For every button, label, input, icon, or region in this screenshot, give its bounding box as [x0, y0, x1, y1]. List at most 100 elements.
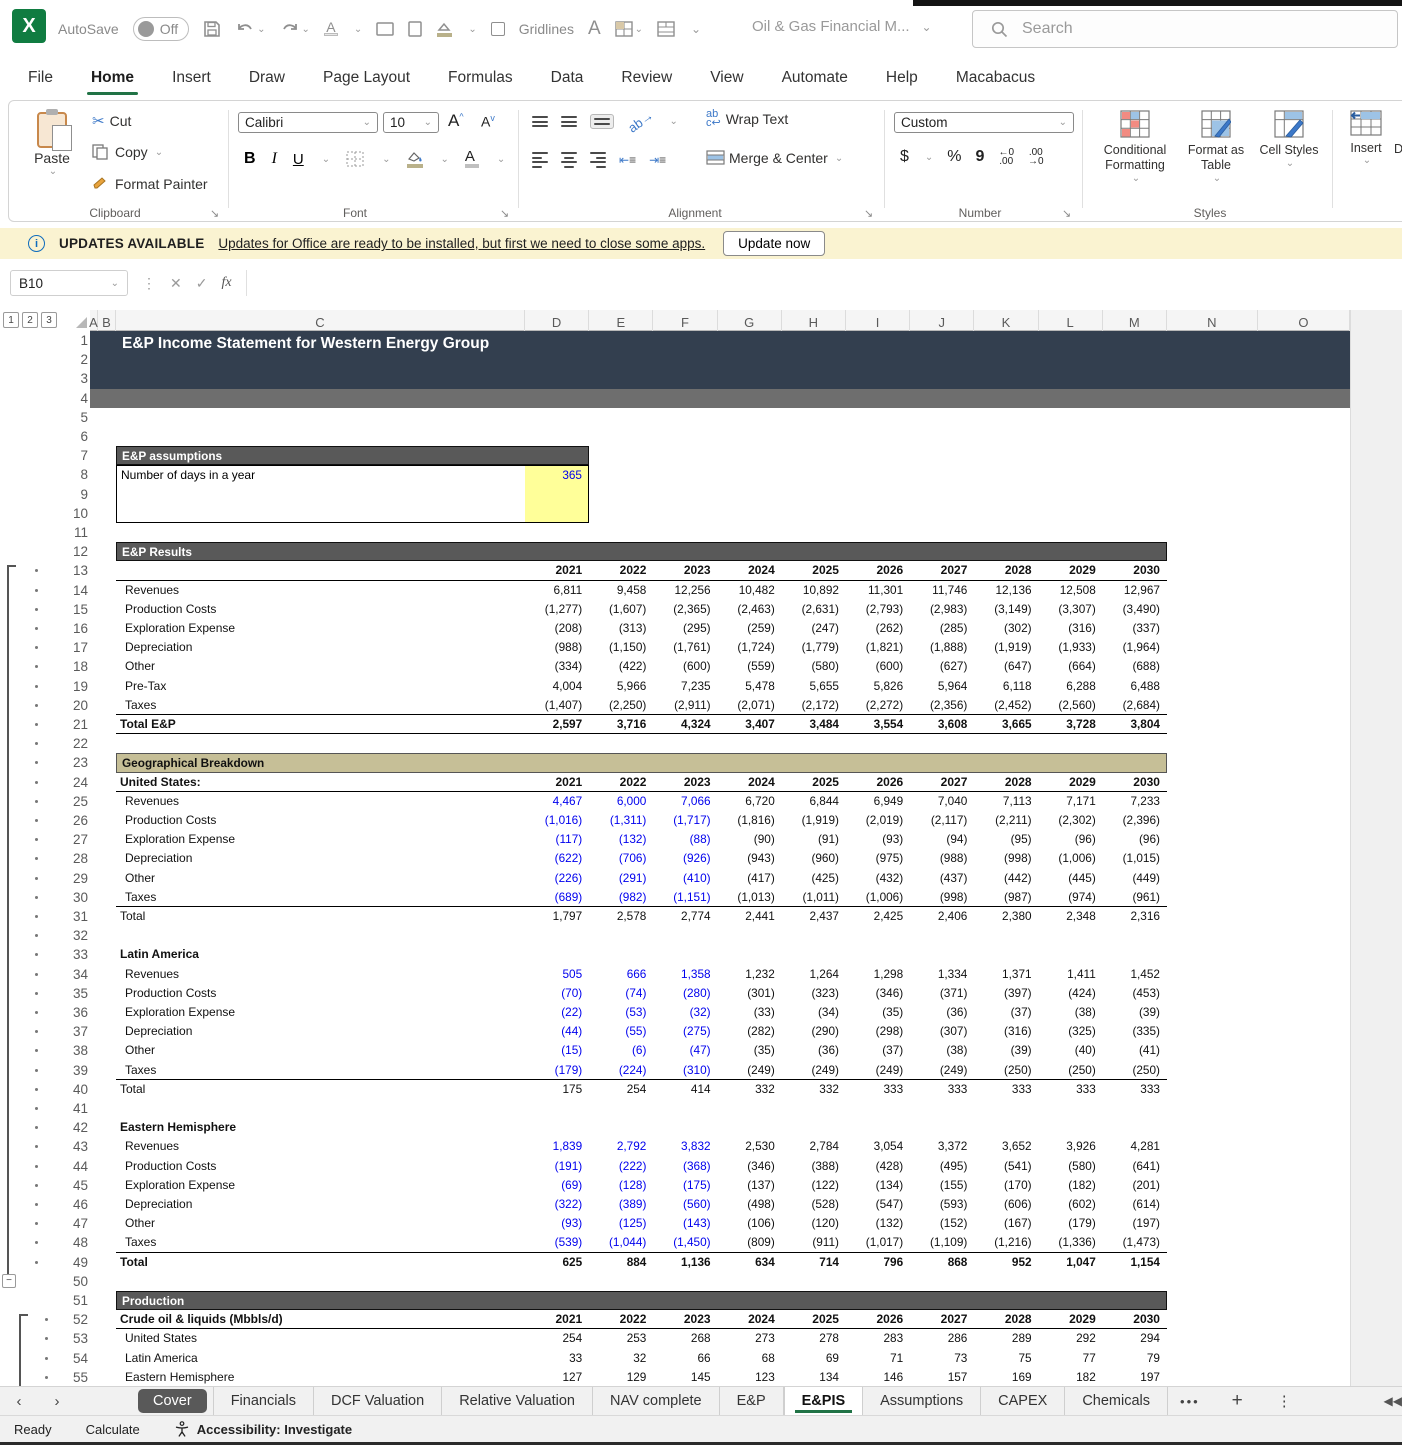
- value-cell[interactable]: (528): [782, 1195, 846, 1214]
- value-cell[interactable]: (250): [974, 1061, 1038, 1080]
- font-color-button[interactable]: A: [465, 150, 479, 168]
- value-cell[interactable]: (316): [1039, 619, 1103, 638]
- value-cell[interactable]: (2,117): [910, 811, 974, 830]
- value-cell[interactable]: (397): [974, 984, 1038, 1003]
- value-cell[interactable]: (307): [910, 1022, 974, 1041]
- value-cell[interactable]: (1,450): [653, 1233, 717, 1252]
- value-cell[interactable]: (3,149): [974, 600, 1038, 619]
- value-cell[interactable]: 12,256: [653, 581, 717, 600]
- value-cell[interactable]: (93): [525, 1214, 589, 1233]
- value-cell[interactable]: (3,307): [1039, 600, 1103, 619]
- year-header-cell[interactable]: 2030: [1103, 561, 1167, 580]
- value-cell[interactable]: (250): [1039, 1061, 1103, 1080]
- value-cell[interactable]: (90): [718, 830, 782, 849]
- vertical-scrollbar[interactable]: [1350, 310, 1402, 1386]
- menu-tab-help[interactable]: Help: [884, 63, 920, 93]
- value-cell[interactable]: (134): [846, 1176, 910, 1195]
- value-cell[interactable]: (2,356): [910, 696, 974, 715]
- value-cell[interactable]: (38): [1039, 1003, 1103, 1022]
- value-cell[interactable]: (424): [1039, 984, 1103, 1003]
- value-cell[interactable]: (137): [718, 1176, 782, 1195]
- decrease-indent-icon[interactable]: ⇤≡: [619, 153, 636, 167]
- value-cell[interactable]: 6,288: [1039, 677, 1103, 696]
- borders-icon[interactable]: ⌄: [615, 21, 643, 37]
- value-cell[interactable]: (1,006): [1039, 849, 1103, 868]
- value-cell[interactable]: 3,407: [718, 715, 782, 734]
- value-cell[interactable]: 273: [718, 1329, 782, 1348]
- value-cell[interactable]: (280): [653, 984, 717, 1003]
- value-cell[interactable]: (960): [782, 849, 846, 868]
- year-header-cell[interactable]: 2028: [974, 1310, 1038, 1329]
- row-label-cell[interactable]: Taxes: [125, 1061, 156, 1080]
- value-cell[interactable]: (250): [1103, 1061, 1167, 1080]
- value-cell[interactable]: 332: [782, 1080, 846, 1099]
- menu-tab-draw[interactable]: Draw: [247, 63, 287, 93]
- value-cell[interactable]: (301): [718, 984, 782, 1003]
- value-cell[interactable]: (442): [974, 869, 1038, 888]
- value-cell[interactable]: (290): [782, 1022, 846, 1041]
- value-cell[interactable]: (37): [974, 1003, 1038, 1022]
- row-label-cell[interactable]: Depreciation: [125, 1195, 192, 1214]
- value-cell[interactable]: 123: [718, 1368, 782, 1386]
- sheet-tab-capex[interactable]: CAPEX: [981, 1387, 1065, 1415]
- menu-tab-view[interactable]: View: [708, 63, 745, 93]
- value-cell[interactable]: (132): [589, 830, 653, 849]
- value-cell[interactable]: (128): [589, 1176, 653, 1195]
- value-cell[interactable]: (40): [1039, 1041, 1103, 1060]
- format-painter-button[interactable]: Format Painter: [92, 176, 208, 192]
- production-header[interactable]: Production: [116, 1291, 1167, 1310]
- value-cell[interactable]: (2,396): [1103, 811, 1167, 830]
- accessibility-status[interactable]: Accessibility: Investigate: [174, 1421, 352, 1437]
- value-cell[interactable]: (155): [910, 1176, 974, 1195]
- value-cell[interactable]: (285): [910, 619, 974, 638]
- value-cell[interactable]: 1,334: [910, 965, 974, 984]
- value-cell[interactable]: 79: [1103, 1349, 1167, 1368]
- underline-button[interactable]: U: [293, 151, 304, 168]
- value-cell[interactable]: (224): [589, 1061, 653, 1080]
- align-bottom-icon[interactable]: [590, 114, 614, 129]
- value-cell[interactable]: (560): [653, 1195, 717, 1214]
- value-cell[interactable]: (1,151): [653, 888, 717, 907]
- value-cell[interactable]: 3,716: [589, 715, 653, 734]
- value-cell[interactable]: 3,728: [1039, 715, 1103, 734]
- value-cell[interactable]: 884: [589, 1253, 653, 1272]
- value-cell[interactable]: 73: [910, 1349, 974, 1368]
- value-cell[interactable]: 333: [974, 1080, 1038, 1099]
- value-cell[interactable]: (313): [589, 619, 653, 638]
- value-cell[interactable]: 2,425: [846, 907, 910, 926]
- search-box[interactable]: Search: [972, 10, 1398, 48]
- value-cell[interactable]: (95): [974, 830, 1038, 849]
- value-cell[interactable]: 1,371: [974, 965, 1038, 984]
- value-cell[interactable]: 11,301: [846, 581, 910, 600]
- subsection-label[interactable]: Latin America: [120, 945, 199, 964]
- value-cell[interactable]: (249): [910, 1061, 974, 1080]
- value-cell[interactable]: (325): [1039, 1022, 1103, 1041]
- value-cell[interactable]: 333: [910, 1080, 974, 1099]
- menu-tab-macabacus[interactable]: Macabacus: [954, 63, 1037, 93]
- sheet-tab-relative-valuation[interactable]: Relative Valuation: [442, 1387, 593, 1415]
- cancel-entry-icon[interactable]: ✕: [170, 275, 182, 292]
- insert-function-icon[interactable]: fx: [221, 275, 231, 291]
- value-cell[interactable]: (1,607): [589, 600, 653, 619]
- calculate-indicator[interactable]: Calculate: [86, 1422, 140, 1437]
- value-cell[interactable]: (2,463): [718, 600, 782, 619]
- value-cell[interactable]: 4,281: [1103, 1137, 1167, 1156]
- value-cell[interactable]: (39): [974, 1041, 1038, 1060]
- sheet-tab-chemicals[interactable]: Chemicals: [1065, 1387, 1168, 1415]
- value-cell[interactable]: (982): [589, 888, 653, 907]
- increase-indent-icon[interactable]: ⇥≡: [649, 153, 666, 167]
- year-header-cell[interactable]: 2025: [782, 561, 846, 580]
- value-cell[interactable]: (389): [589, 1195, 653, 1214]
- value-cell[interactable]: (602): [1039, 1195, 1103, 1214]
- update-message-link[interactable]: Updates for Office are ready to be insta…: [218, 236, 705, 251]
- accounting-format-icon[interactable]: $: [900, 148, 909, 166]
- value-cell[interactable]: (541): [974, 1157, 1038, 1176]
- value-cell[interactable]: 333: [846, 1080, 910, 1099]
- value-cell[interactable]: (998): [974, 849, 1038, 868]
- value-cell[interactable]: 1,358: [653, 965, 717, 984]
- value-cell[interactable]: (38): [910, 1041, 974, 1060]
- value-cell[interactable]: 333: [1039, 1080, 1103, 1099]
- value-cell[interactable]: (1,779): [782, 638, 846, 657]
- value-cell[interactable]: 3,832: [653, 1137, 717, 1156]
- value-cell[interactable]: (371): [910, 984, 974, 1003]
